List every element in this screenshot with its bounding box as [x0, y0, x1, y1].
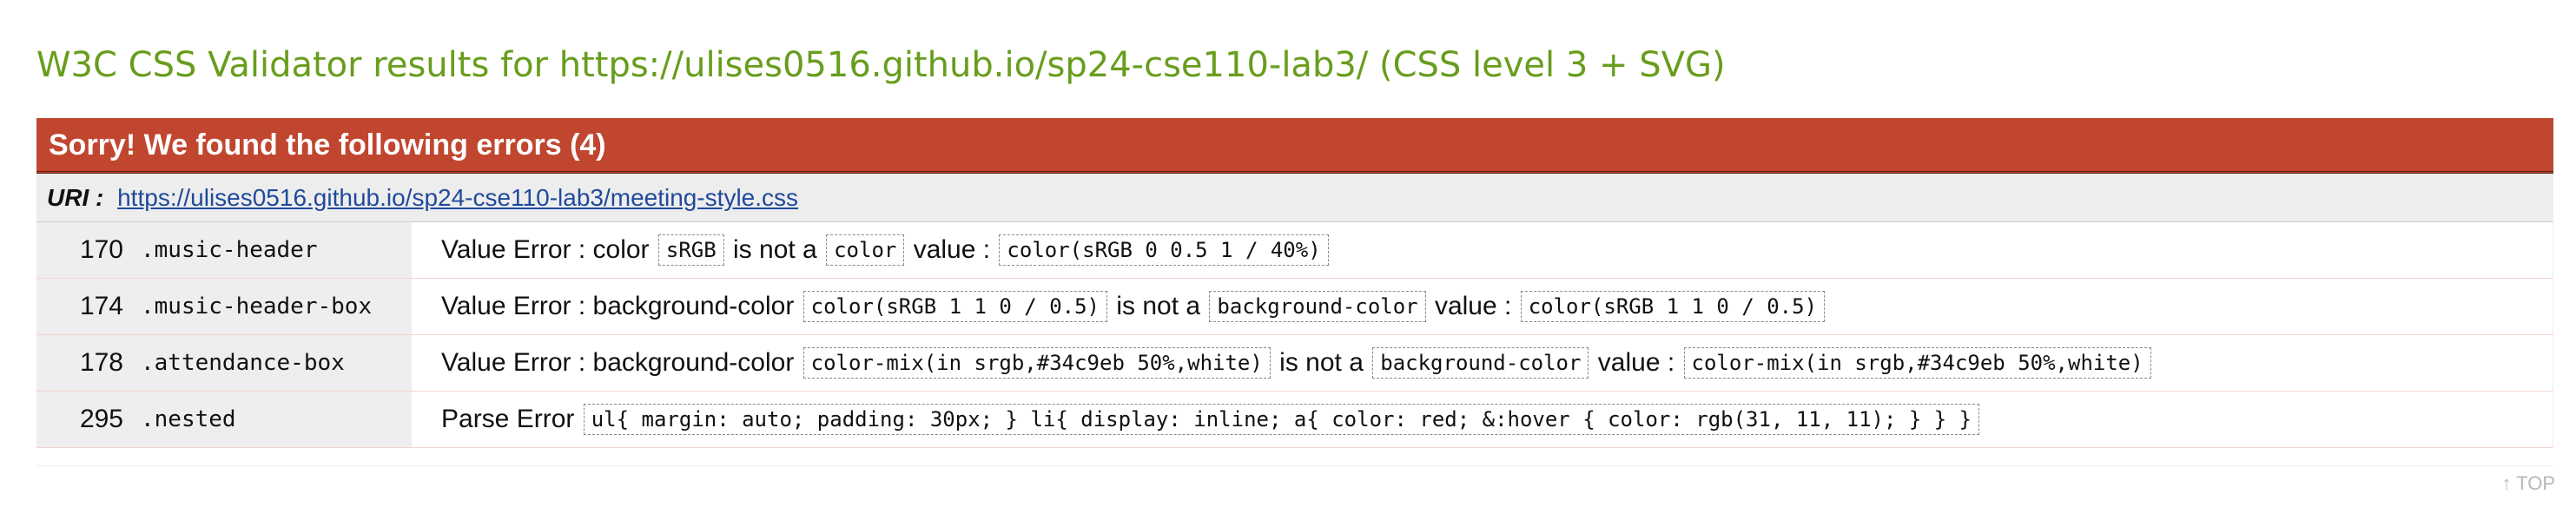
bottom-divider — [36, 465, 2553, 466]
line-number: 178 — [36, 334, 132, 392]
error-message: Value Error : background-color color-mix… — [412, 334, 2553, 392]
line-number: 174 — [36, 278, 132, 335]
selector: .attendance-box — [132, 334, 412, 392]
uri-label: URI : — [47, 184, 104, 211]
error-message: Parse Error ul{ margin: auto; padding: 3… — [412, 391, 2553, 448]
page-title: W3C CSS Validator results for https://ul… — [36, 45, 1726, 85]
error-type: Parse Error — [441, 405, 575, 434]
error-connector: is not a — [733, 235, 817, 265]
uri-link[interactable]: https://ulises0516.github.io/sp24-cse110… — [117, 184, 798, 211]
value-label: value : — [1434, 292, 1512, 321]
selector: .nested — [132, 391, 412, 448]
found-value: color-mix(in srgb,#34c9eb 50%,white) — [803, 347, 1271, 379]
error-message: Value Error : background-color color(sRG… — [412, 278, 2553, 335]
value-label: value : — [913, 235, 991, 265]
error-type: Value Error : background-color — [441, 292, 795, 321]
found-value: color(sRGB 1 1 0 / 0.5) — [803, 291, 1107, 323]
error-table: 170 .music-header Value Error : color sR… — [36, 222, 2553, 448]
uri-row: URI : https://ulises0516.github.io/sp24-… — [36, 174, 2553, 222]
line-number: 170 — [36, 222, 132, 279]
found-value: sRGB — [657, 234, 724, 267]
full-value: color-mix(in srgb,#34c9eb 50%,white) — [1683, 347, 2151, 379]
error-type: Value Error : background-color — [441, 348, 795, 378]
error-summary-header: Sorry! We found the following errors (4) — [36, 118, 2553, 174]
error-message: Value Error : color sRGB is not a color … — [412, 222, 2553, 279]
parse-error-source: ul{ margin: auto; padding: 30px; } li{ d… — [583, 404, 1980, 436]
full-value: color(sRGB 0 0.5 1 / 40%) — [999, 234, 1329, 267]
error-row: 295 .nested Parse Error ul{ margin: auto… — [36, 391, 2553, 448]
value-label: value : — [1597, 348, 1675, 378]
error-row: 178 .attendance-box Value Error : backgr… — [36, 334, 2553, 392]
error-results: Sorry! We found the following errors (4)… — [36, 118, 2553, 448]
line-number: 295 — [36, 391, 132, 448]
expected-type: background-color — [1209, 291, 1426, 323]
back-to-top-link[interactable]: ↑ TOP — [2501, 472, 2555, 495]
full-value: color(sRGB 1 1 0 / 0.5) — [1520, 291, 1826, 323]
expected-type: background-color — [1372, 347, 1589, 379]
error-type: Value Error : color — [441, 235, 650, 265]
error-connector: is not a — [1279, 348, 1364, 378]
selector: .music-header — [132, 222, 412, 279]
error-row: 170 .music-header Value Error : color sR… — [36, 222, 2553, 279]
error-connector: is not a — [1116, 292, 1201, 321]
error-row: 174 .music-header-box Value Error : back… — [36, 278, 2553, 335]
selector: .music-header-box — [132, 278, 412, 335]
expected-type: color — [826, 234, 905, 267]
